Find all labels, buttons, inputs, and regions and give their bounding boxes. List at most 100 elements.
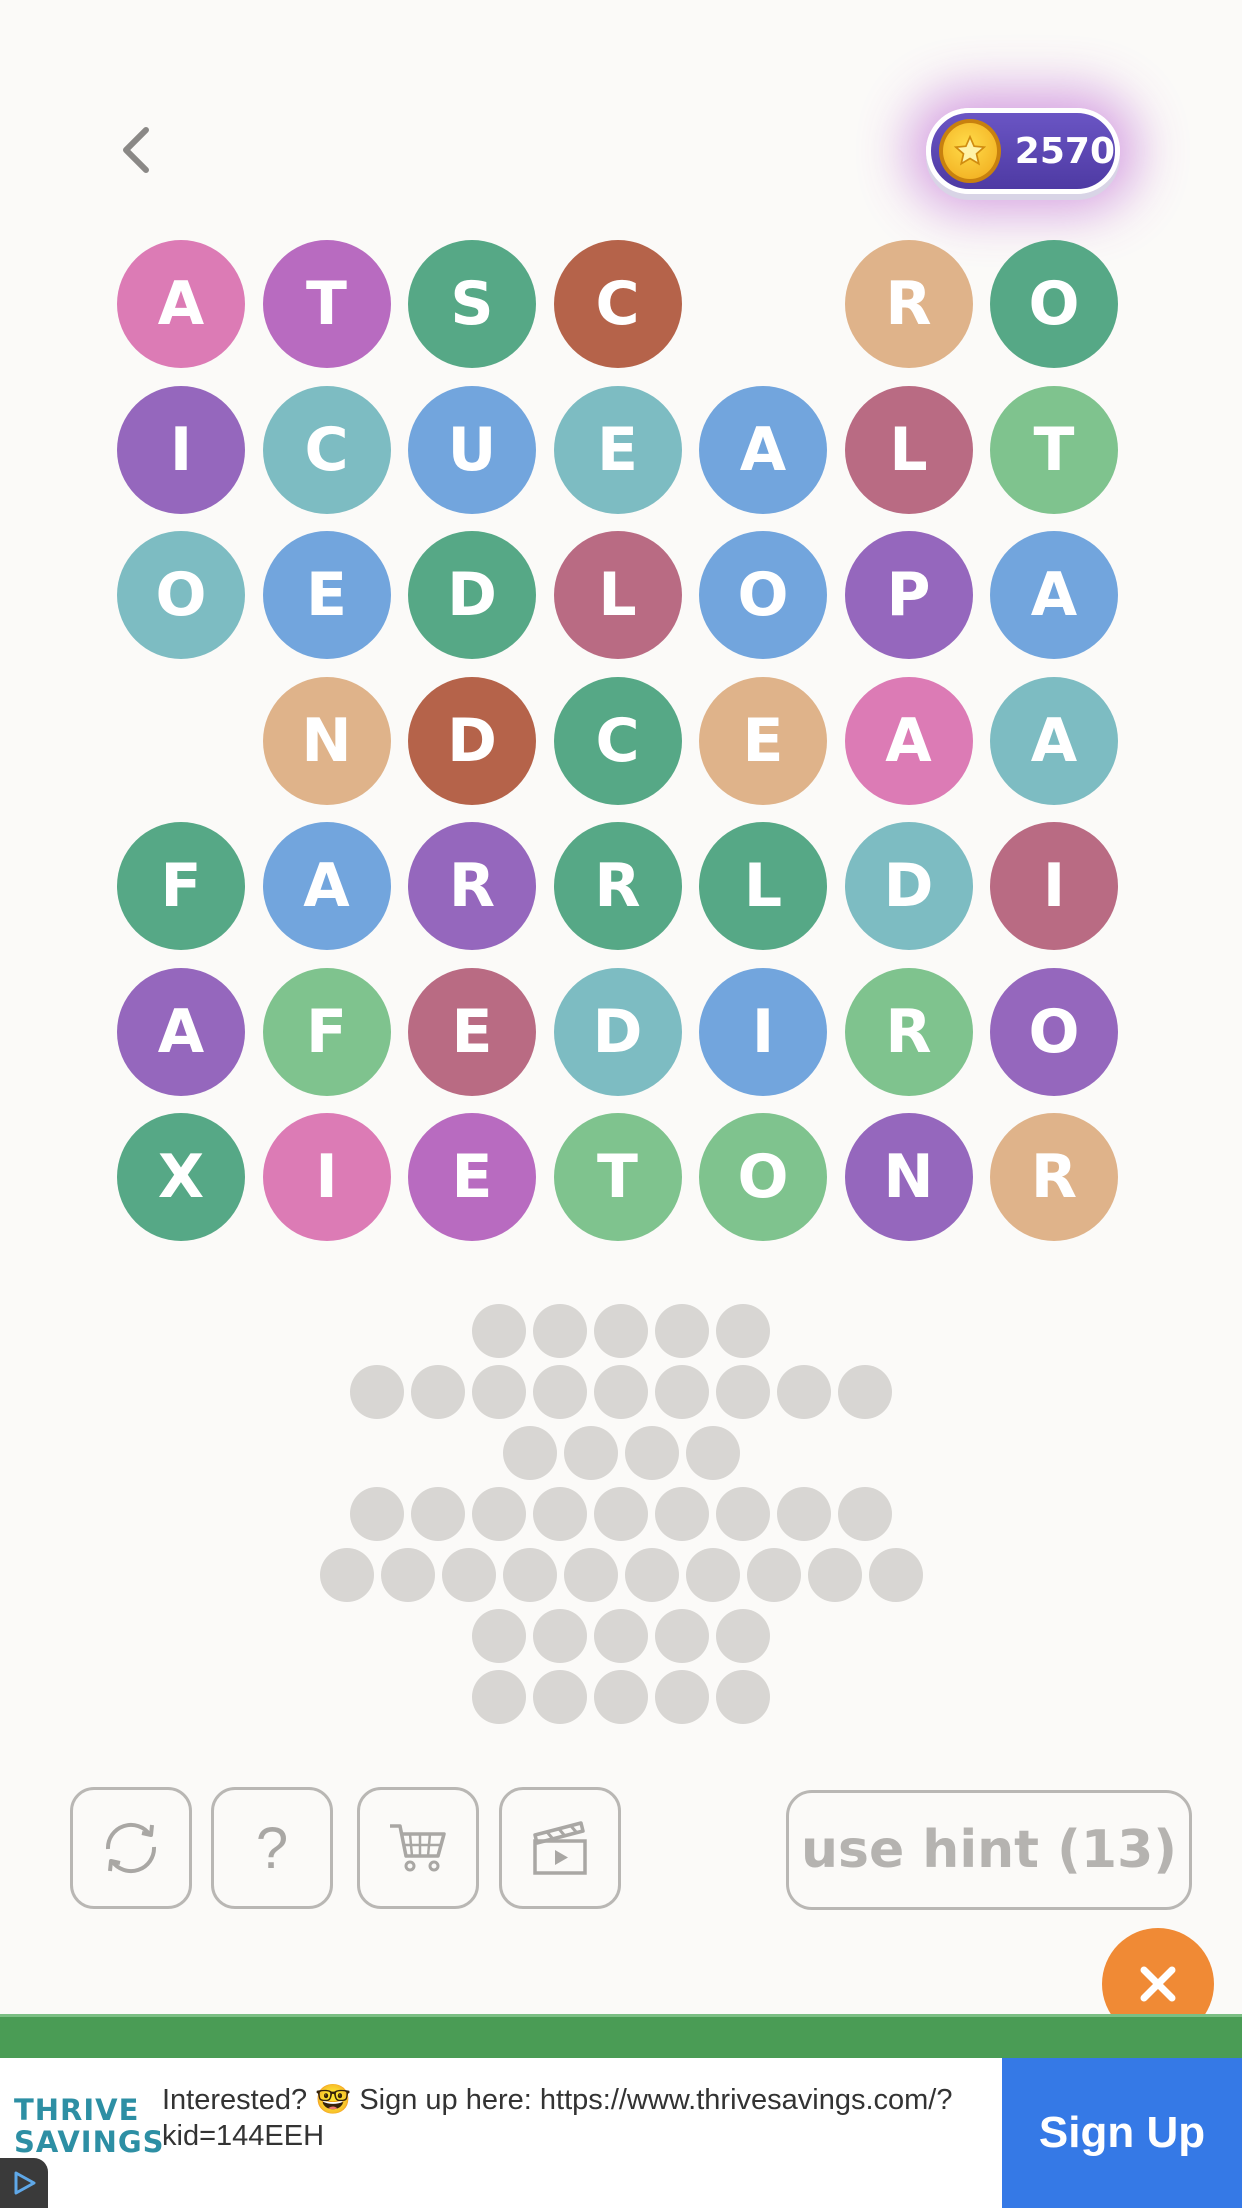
answer-letter-slot bbox=[655, 1609, 709, 1663]
answer-letter-slot bbox=[685, 1426, 740, 1480]
letter-tile[interactable]: I bbox=[117, 385, 245, 514]
answer-letter-slot bbox=[502, 1548, 557, 1602]
answer-letter-slot bbox=[807, 1548, 862, 1602]
letter-tile[interactable]: T bbox=[990, 385, 1118, 514]
letter-tile[interactable]: E bbox=[262, 531, 391, 659]
answer-letter-slot bbox=[716, 1365, 770, 1419]
letter-tile[interactable]: O bbox=[699, 1113, 827, 1241]
answer-letter-slot bbox=[655, 1487, 709, 1541]
answer-letter-slot bbox=[716, 1487, 770, 1541]
answer-letter-slot bbox=[838, 1487, 892, 1541]
letter-tile[interactable]: L bbox=[553, 531, 682, 659]
letter-tile[interactable]: T bbox=[262, 240, 391, 368]
letter-tile[interactable]: D bbox=[408, 531, 536, 659]
letter-tile[interactable]: X bbox=[117, 1113, 245, 1241]
letter-tile[interactable]: S bbox=[408, 240, 536, 368]
ad-banner[interactable]: THRIVE SAVINGS Interested? 🤓 Sign up her… bbox=[0, 2058, 1242, 2208]
letter-tile[interactable]: R bbox=[844, 967, 973, 1096]
letter-tile[interactable]: A bbox=[117, 240, 245, 368]
letter-tile[interactable]: A bbox=[117, 967, 245, 1096]
answer-letter-slot bbox=[655, 1670, 709, 1724]
coin-balance-button[interactable]: 2570 bbox=[926, 108, 1120, 194]
letter-tile[interactable]: C bbox=[262, 385, 391, 514]
answer-letter-slot bbox=[594, 1609, 648, 1663]
cart-icon bbox=[390, 1824, 446, 1872]
letter-tile[interactable]: U bbox=[408, 385, 536, 514]
letter-tile[interactable]: A bbox=[990, 676, 1118, 805]
letter-tile[interactable]: F bbox=[117, 822, 245, 950]
letter-tile[interactable]: R bbox=[844, 240, 973, 368]
letter-tile[interactable]: E bbox=[699, 676, 827, 805]
answer-letter-slot bbox=[380, 1548, 435, 1602]
answer-letter-slot bbox=[411, 1487, 465, 1541]
letter-tile[interactable]: A bbox=[262, 822, 391, 950]
help-button[interactable]: ? bbox=[211, 1787, 333, 1909]
sign-up-button[interactable]: Sign Up bbox=[1002, 2058, 1242, 2208]
shop-button[interactable] bbox=[357, 1787, 479, 1909]
answer-letter-slot bbox=[746, 1548, 801, 1602]
letter-tile[interactable]: E bbox=[408, 1113, 536, 1241]
letter-tile[interactable]: A bbox=[990, 531, 1118, 659]
answer-letter-slot bbox=[563, 1426, 618, 1480]
letter-tile[interactable]: C bbox=[553, 240, 682, 368]
answer-letter-slot bbox=[472, 1365, 526, 1419]
answer-letter-slot bbox=[685, 1548, 740, 1602]
letter-tile[interactable]: D bbox=[553, 967, 682, 1096]
letter-tile[interactable]: T bbox=[553, 1113, 682, 1241]
watch-video-button[interactable] bbox=[499, 1787, 621, 1909]
answer-letter-slot bbox=[533, 1609, 587, 1663]
answer-letter-slot bbox=[472, 1670, 526, 1724]
letter-tile[interactable]: I bbox=[699, 967, 827, 1096]
answer-letter-slot bbox=[319, 1548, 374, 1602]
letter-tile[interactable]: D bbox=[844, 822, 973, 950]
coin-count: 2570 bbox=[1014, 130, 1115, 172]
letter-tile[interactable]: R bbox=[990, 1113, 1118, 1241]
answer-letter-slot bbox=[655, 1365, 709, 1419]
help-label: ? bbox=[255, 1815, 289, 1881]
answer-letter-slot bbox=[472, 1487, 526, 1541]
coin-star-icon bbox=[939, 119, 1001, 183]
answer-letter-slot bbox=[716, 1670, 770, 1724]
answer-letter-slot bbox=[533, 1304, 587, 1358]
shuffle-button[interactable] bbox=[70, 1787, 192, 1909]
letter-tile[interactable]: C bbox=[553, 676, 682, 805]
answer-letter-slot bbox=[624, 1426, 679, 1480]
back-button[interactable] bbox=[108, 118, 164, 182]
letter-tile[interactable]: A bbox=[699, 385, 827, 514]
letter-tile[interactable]: E bbox=[553, 385, 682, 514]
answer-letter-slot bbox=[533, 1365, 587, 1419]
letter-tile[interactable]: O bbox=[117, 531, 245, 659]
answer-letter-slot bbox=[533, 1670, 587, 1724]
video-clapper-icon bbox=[533, 1821, 587, 1875]
close-icon bbox=[1140, 1966, 1176, 2002]
letter-tile[interactable]: F bbox=[262, 967, 391, 1096]
answer-letter-slot bbox=[777, 1365, 831, 1419]
ad-choices-icon[interactable] bbox=[0, 2158, 48, 2208]
letter-tile[interactable]: D bbox=[408, 676, 536, 805]
letter-tile[interactable]: P bbox=[844, 531, 973, 659]
letter-tile[interactable]: I bbox=[990, 822, 1118, 950]
letter-tile[interactable]: O bbox=[990, 240, 1118, 368]
letter-tile[interactable]: E bbox=[408, 967, 536, 1096]
letter-tile[interactable]: L bbox=[844, 385, 973, 514]
letter-tile[interactable]: O bbox=[990, 967, 1118, 1096]
answer-letter-slot bbox=[655, 1304, 709, 1358]
letter-tile[interactable]: L bbox=[699, 822, 827, 950]
shuffle-icon bbox=[105, 1822, 157, 1874]
answer-letter-slot bbox=[716, 1609, 770, 1663]
answer-letter-slot bbox=[716, 1304, 770, 1358]
answer-letter-slot bbox=[594, 1487, 648, 1541]
answer-letter-slot bbox=[624, 1548, 679, 1602]
letter-tile[interactable]: R bbox=[553, 822, 682, 950]
letter-tile[interactable]: I bbox=[262, 1113, 391, 1241]
letter-tile[interactable]: O bbox=[699, 531, 827, 659]
letter-tile[interactable]: R bbox=[408, 822, 536, 950]
letter-tile[interactable]: A bbox=[844, 676, 973, 805]
answer-letter-slot bbox=[563, 1548, 618, 1602]
letter-tile[interactable]: N bbox=[844, 1113, 973, 1241]
letter-tile[interactable]: N bbox=[262, 676, 391, 805]
chevron-left-icon bbox=[123, 127, 149, 173]
answer-letter-slot bbox=[472, 1609, 526, 1663]
use-hint-button[interactable]: use hint (13) bbox=[786, 1790, 1192, 1910]
ad-top-strip bbox=[0, 2014, 1242, 2061]
